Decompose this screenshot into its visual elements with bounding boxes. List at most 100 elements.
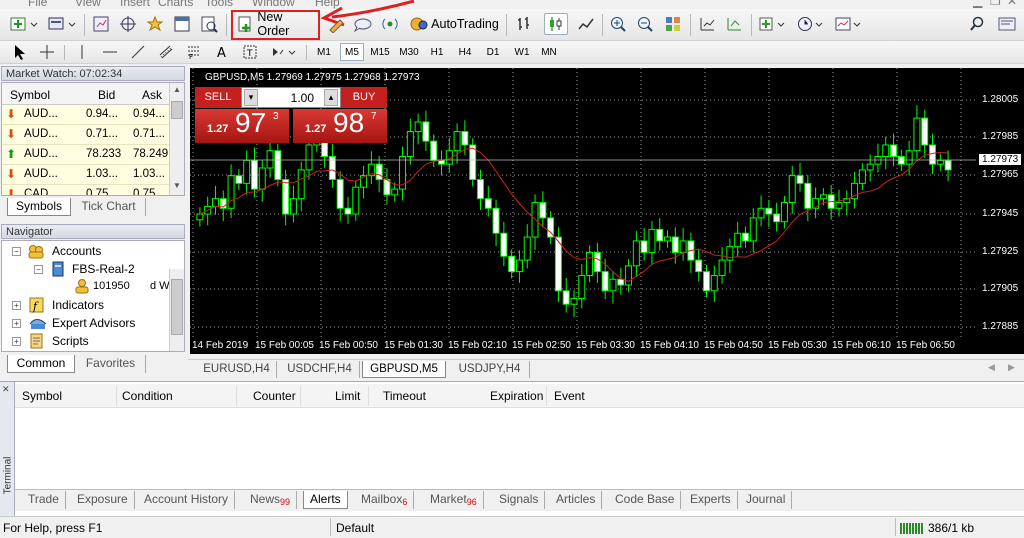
col-bid[interactable]: Bid	[98, 88, 115, 102]
nav-scripts[interactable]: Scripts	[52, 334, 89, 348]
new-order-button[interactable]: New Order	[235, 10, 317, 38]
nav-account-number[interactable]: 101950	[93, 280, 130, 292]
terminal-button[interactable]	[170, 13, 194, 35]
timeframe-w1[interactable]: W1	[509, 43, 535, 61]
fibonacci-button[interactable]: F	[184, 42, 204, 62]
chat-button[interactable]	[351, 13, 375, 35]
new-chart-button[interactable]	[6, 13, 42, 35]
terminal-tab-trade[interactable]: Trade	[22, 491, 66, 509]
scroll-up-icon[interactable]: ▲	[171, 85, 183, 97]
timeframe-m5[interactable]: M5	[340, 43, 364, 61]
nav-accounts[interactable]: Accounts	[52, 244, 101, 258]
zoom-out-button[interactable]	[633, 13, 657, 35]
lot-increase-icon[interactable]: ▴	[324, 89, 338, 106]
zoom-in-button[interactable]	[606, 13, 630, 35]
menu-window[interactable]: Window	[252, 0, 295, 9]
terminal-tab-signals[interactable]: Signals	[493, 491, 546, 509]
terminal-tab-account-history[interactable]: Account History	[138, 491, 236, 509]
menu-insert[interactable]: Insert	[120, 0, 150, 9]
tile-windows-button[interactable]	[661, 13, 685, 35]
buy-button[interactable]: 1.27 98 7	[293, 107, 387, 143]
menu-charts[interactable]: Charts	[158, 0, 193, 9]
trendline-button[interactable]	[128, 42, 148, 62]
terminal-tab-news[interactable]: News99	[244, 491, 298, 509]
vertical-line-button[interactable]	[72, 42, 92, 62]
expand-icon[interactable]: +	[12, 337, 21, 346]
col-symbol[interactable]: Symbol	[10, 88, 50, 102]
buy-label[interactable]: BUY	[341, 87, 387, 108]
menu-view[interactable]: View	[75, 0, 101, 9]
expand-icon[interactable]: +	[12, 301, 21, 310]
restore-icon[interactable]: ❐	[990, 0, 1001, 8]
text-button[interactable]: A	[212, 42, 232, 62]
chart-tab-gbpusd[interactable]: GBPUSD,M5	[362, 361, 446, 378]
nav-expert-advisors[interactable]: Expert Advisors	[52, 316, 135, 330]
tab-favorites[interactable]: Favorites	[76, 355, 146, 373]
timeframe-m1[interactable]: M1	[312, 43, 336, 61]
market-watch-row[interactable]: ⬇ AUD... 0.94... 0.94...	[2, 105, 169, 125]
col-condition[interactable]: Condition	[122, 389, 173, 403]
col-alert-symbol[interactable]: Symbol	[22, 389, 62, 403]
chart-shift-button[interactable]	[695, 13, 719, 35]
collapse-icon[interactable]: −	[34, 265, 43, 274]
tab-common[interactable]: Common	[7, 355, 75, 373]
channel-button[interactable]	[156, 42, 176, 62]
market-watch-row[interactable]: ⬇ AUD... 0.71... 0.71...	[2, 125, 169, 145]
timeframe-mn[interactable]: MN	[536, 43, 562, 61]
menu-tools[interactable]: Tools	[205, 0, 233, 9]
templates-menu-button[interactable]	[832, 13, 866, 35]
data-window-button[interactable]	[116, 13, 140, 35]
lot-field[interactable]: ▾ 1.00 ▴	[241, 87, 341, 108]
terminal-close-icon[interactable]: ✕	[2, 384, 10, 395]
line-chart-button[interactable]	[574, 13, 598, 35]
col-counter[interactable]: Counter	[253, 389, 296, 403]
autotrading-button[interactable]: AutoTrading	[406, 13, 502, 35]
market-watch-row[interactable]: ⬆ AUD... 78.233 78.249	[2, 145, 169, 165]
timeframe-m15[interactable]: M15	[366, 43, 394, 61]
nav-fbs-real-2[interactable]: FBS-Real-2	[72, 262, 135, 276]
col-timeout[interactable]: Timeout	[383, 389, 426, 403]
timeframe-h4[interactable]: H4	[453, 43, 477, 61]
lot-value[interactable]: 1.00	[291, 91, 314, 105]
minimize-icon[interactable]: ▁	[973, 0, 982, 8]
terminal-tab-alerts[interactable]: Alerts	[303, 491, 348, 509]
navigator-button[interactable]	[143, 13, 167, 35]
auto-scroll-button[interactable]	[722, 13, 746, 35]
candlestick-button[interactable]	[544, 13, 568, 35]
timeframe-h1[interactable]: H1	[425, 43, 449, 61]
tab-tick-chart[interactable]: Tick Chart	[72, 198, 146, 216]
tab-symbols[interactable]: Symbols	[7, 198, 71, 216]
profiles-button[interactable]	[45, 13, 79, 35]
menu-file[interactable]: File	[28, 0, 47, 9]
nav-indicators[interactable]: Indicators	[52, 298, 104, 312]
navigator-scrollbar[interactable]	[169, 269, 184, 351]
terminal-tab-code-base[interactable]: Code Base	[609, 491, 682, 509]
terminal-tab-experts[interactable]: Experts	[684, 491, 738, 509]
scroll-down-icon[interactable]: ▼	[171, 181, 183, 193]
market-watch-scrollbar[interactable]: ▲ ▼	[169, 83, 184, 195]
tab-scroll-right-icon[interactable]: ▶	[1008, 362, 1015, 373]
sell-button[interactable]: 1.27 97 3	[195, 107, 289, 143]
close-icon[interactable]: ✕	[1007, 0, 1017, 8]
indicators-menu-button[interactable]	[756, 13, 790, 35]
col-ask[interactable]: Ask	[142, 88, 162, 102]
col-expiration[interactable]: Expiration	[490, 389, 543, 403]
collapse-icon[interactable]: −	[12, 247, 21, 256]
market-watch-row[interactable]: ⬇ AUD... 1.03... 1.03...	[2, 165, 169, 185]
market-watch-row[interactable]: ⬇ CAD... 0.75... 0.75...	[2, 185, 169, 195]
timeframe-d1[interactable]: D1	[481, 43, 505, 61]
search-button[interactable]	[965, 13, 989, 35]
tab-scroll-left-icon[interactable]: ◀	[988, 362, 995, 373]
chart-tab-eurusd[interactable]: EURUSD,H4	[197, 361, 277, 378]
bar-chart-button[interactable]	[512, 13, 536, 35]
periods-menu-button[interactable]	[794, 13, 828, 35]
price-axis[interactable]: 1.28005 1.27985 1.27973 1.27965 1.27945 1.279…	[976, 68, 1024, 354]
horizontal-line-button[interactable]	[100, 42, 120, 62]
market-watch-button[interactable]	[89, 13, 113, 35]
chart-tab-usdjpy[interactable]: USDJPY,H4	[450, 361, 530, 378]
expand-icon[interactable]: +	[12, 319, 21, 328]
scroll-thumb[interactable]	[171, 101, 183, 119]
text-label-button[interactable]: T	[240, 42, 260, 62]
timeframe-m30[interactable]: M30	[395, 43, 423, 61]
terminal-tab-journal[interactable]: Journal	[740, 491, 793, 509]
